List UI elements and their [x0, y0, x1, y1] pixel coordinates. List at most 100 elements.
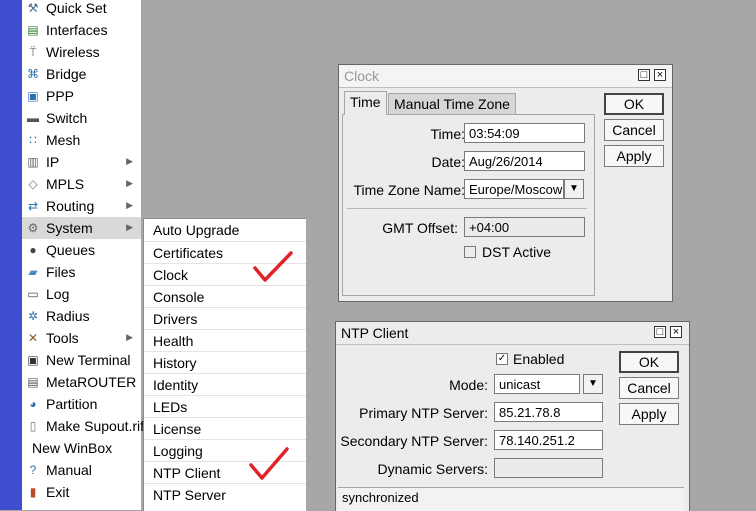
sidebar-item-label: IP — [46, 154, 60, 170]
sidebar-item-label: PPP — [46, 88, 75, 104]
mode-select[interactable]: unicast — [494, 374, 580, 394]
gmt-offset-field: +04:00 — [464, 217, 585, 237]
submenu-item-label: NTP Client — [153, 465, 221, 481]
close-icon[interactable]: × — [670, 326, 682, 338]
time-zone-select[interactable]: Europe/Moscow — [464, 179, 564, 199]
routing-icon: ⇄ — [27, 199, 39, 213]
terminal-icon: ▣ — [27, 353, 39, 367]
cancel-button[interactable]: Cancel — [604, 119, 664, 141]
sidebar-item-quick-set[interactable]: ⚒ Quick Set — [22, 0, 141, 19]
submenu-item-identity[interactable]: Identity — [144, 373, 306, 396]
dynamic-servers-label: Dynamic Servers: — [377, 461, 488, 477]
dynamic-servers-field — [494, 458, 603, 478]
submenu-item-label: Identity — [153, 377, 199, 393]
sidebar-item-mpls[interactable]: ◇ MPLS ▶ — [22, 173, 141, 195]
apply-button[interactable]: Apply — [604, 145, 664, 167]
maximize-icon[interactable]: □ — [638, 69, 650, 81]
sidebar-item-label: New Terminal — [46, 352, 131, 368]
sidebar-item-ppp[interactable]: ▣ PPP — [22, 85, 141, 107]
sidebar-item-manual[interactable]: ? Manual — [22, 459, 141, 481]
sidebar-item-metarouter[interactable]: ▤ MetaROUTER — [22, 371, 141, 393]
sidebar-item-label: Files — [46, 264, 76, 280]
sidebar-item-label: MetaROUTER — [46, 374, 137, 390]
clock-titlebar[interactable]: Clock □ × — [339, 65, 672, 88]
radius-icon: ✲ — [27, 309, 39, 323]
sidebar-item-partition[interactable]: ◕ Partition — [22, 393, 141, 415]
sidebar-item-radius[interactable]: ✲ Radius — [22, 305, 141, 327]
sidebar-item-label: Mesh — [46, 132, 81, 148]
tab-manual-time-zone[interactable]: Manual Time Zone — [388, 93, 516, 115]
time-zone-name-label: Time Zone Name: — [353, 182, 465, 198]
submenu-item-label: Health — [153, 333, 194, 349]
sidebar-item-exit[interactable]: ▮ Exit — [22, 481, 141, 503]
apply-button[interactable]: Apply — [619, 403, 679, 425]
mesh-icon: ∷ — [29, 133, 37, 147]
sidebar-item-new-terminal[interactable]: ▣ New Terminal — [22, 349, 141, 371]
sidebar-item-label: Log — [46, 286, 70, 302]
sidebar-item-new-winbox[interactable]: New WinBox — [22, 437, 141, 459]
submenu-item-label: LEDs — [153, 399, 188, 415]
mpls-icon: ◇ — [28, 177, 38, 191]
sidebar-item-label: System — [46, 220, 93, 236]
dropdown-arrow-icon[interactable]: ▼ — [564, 179, 584, 199]
sidebar-item-label: Partition — [46, 396, 98, 412]
maximize-icon[interactable]: □ — [654, 326, 666, 338]
sidebar-item-tools[interactable]: ✕ Tools ▶ — [22, 327, 141, 349]
sidebar-item-wireless[interactable]: ⍡ Wireless — [22, 41, 141, 63]
sidebar-item-label: Switch — [46, 110, 88, 126]
ntp-client-titlebar[interactable]: NTP Client □ × — [336, 322, 689, 345]
submenu-arrow-icon: ▶ — [126, 222, 133, 232]
time-field[interactable]: 03:54:09 — [464, 123, 585, 143]
sidebar-item-log[interactable]: ▭ Log — [22, 283, 141, 305]
submenu-item-label: Drivers — [153, 311, 198, 327]
submenu-item-label: NTP Server — [153, 487, 226, 503]
enabled-checkbox[interactable]: ✓ — [496, 353, 508, 365]
sidebar-item-label: MPLS — [46, 176, 85, 192]
ok-button[interactable]: OK — [604, 93, 664, 115]
date-label: Date: — [431, 154, 465, 170]
sidebar-item-system[interactable]: ⚙ System ▶ — [22, 217, 141, 239]
submenu-item-history[interactable]: History — [144, 351, 306, 374]
dst-active-label: DST Active — [482, 244, 551, 260]
clock-window[interactable]: Clock □ × Time Manual Time Zone Time: 03… — [338, 64, 673, 302]
submenu-item-ntp-server[interactable]: NTP Server — [144, 483, 306, 506]
sidebar-item-mesh[interactable]: ∷ Mesh — [22, 129, 141, 151]
secondary-ntp-server-field[interactable]: 78.140.251.2 — [494, 430, 603, 450]
submenu-arrow-icon: ▶ — [126, 332, 133, 342]
sidebar-item-switch[interactable]: ▬ Switch — [22, 107, 141, 129]
sidebar-item-bridge[interactable]: ⌘ Bridge — [22, 63, 141, 85]
sidebar-item-queues[interactable]: ● Queues — [22, 239, 141, 261]
submenu-arrow-icon: ▶ — [126, 200, 133, 210]
sidebar-item-routing[interactable]: ⇄ Routing ▶ — [22, 195, 141, 217]
date-field[interactable]: Aug/26/2014 — [464, 151, 585, 171]
supout-document-icon: ▯ — [29, 419, 37, 433]
submenu-item-console[interactable]: Console — [144, 285, 306, 308]
sidebar-item-label: Interfaces — [46, 22, 108, 38]
main-sidebar-menu: ⚒ Quick Set ▤ Interfaces ⍡ Wireless ⌘ Bridge ▣ PP… — [22, 0, 144, 510]
exit-icon: ▮ — [29, 485, 37, 499]
submenu-item-label: License — [153, 421, 202, 437]
gmt-offset-label: GMT Offset: — [382, 220, 458, 236]
ppp-icon: ▣ — [27, 89, 39, 103]
ok-button[interactable]: OK — [619, 351, 679, 373]
sidebar-item-label: Bridge — [46, 66, 87, 82]
metarouter-icon: ▤ — [27, 375, 39, 389]
red-checkmark-ntp-client — [249, 447, 289, 480]
cancel-button[interactable]: Cancel — [619, 377, 679, 399]
submenu-item-health[interactable]: Health — [144, 329, 306, 352]
dropdown-arrow-icon[interactable]: ▼ — [583, 374, 603, 394]
switch-icon: ▬ — [27, 111, 39, 125]
tab-time[interactable]: Time — [344, 91, 387, 115]
sidebar-item-make-supout-rif[interactable]: ▯ Make Supout.rif — [22, 415, 144, 437]
ntp-client-window[interactable]: NTP Client □ × ✓ Enabled Mode: unicast ▼… — [335, 321, 690, 511]
close-icon[interactable]: × — [654, 69, 666, 81]
submenu-item-leds[interactable]: LEDs — [144, 395, 306, 418]
sidebar-item-ip[interactable]: ▥ IP ▶ — [22, 151, 141, 173]
sidebar-item-interfaces[interactable]: ▤ Interfaces — [22, 19, 141, 41]
primary-ntp-server-field[interactable]: 85.21.78.8 — [494, 402, 603, 422]
submenu-item-auto-upgrade[interactable]: Auto Upgrade — [144, 219, 306, 241]
submenu-item-license[interactable]: License — [144, 417, 306, 440]
dst-active-checkbox[interactable] — [464, 246, 476, 258]
submenu-item-drivers[interactable]: Drivers — [144, 307, 306, 330]
sidebar-item-files[interactable]: ▰ Files — [22, 261, 141, 283]
